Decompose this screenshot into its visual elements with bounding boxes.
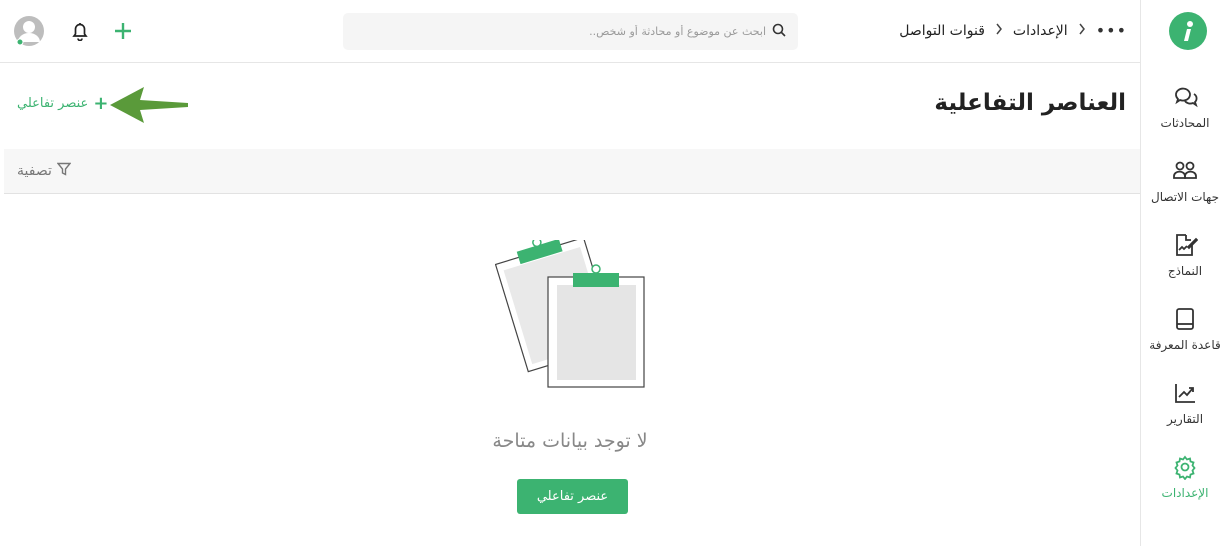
bell-icon[interactable] (69, 20, 91, 42)
topbar: ••• الإعدادات قنوات التواصل (0, 0, 1140, 63)
sidebar-item-reports[interactable]: التقارير (1140, 380, 1230, 426)
sidebar-item-label: الإعدادات (1161, 486, 1209, 500)
sidebar: المحادثات جهات الاتصال النماذج قاعدة الم… (1140, 0, 1230, 546)
app-root: المحادثات جهات الاتصال النماذج قاعدة الم… (0, 0, 1230, 546)
chat-bubbles-icon (1175, 87, 1198, 108)
sidebar-item-label: المحادثات (1160, 116, 1210, 130)
clipboard-empty-icon (495, 240, 645, 388)
sidebar-item-knowledge-base[interactable]: قاعدة المعرفة (1140, 306, 1230, 352)
search-box (343, 13, 798, 50)
book-icon (1176, 308, 1194, 330)
search-input[interactable] (355, 25, 766, 38)
more-menu-button[interactable]: ••• (1096, 21, 1127, 40)
sidebar-item-forms[interactable]: النماذج (1140, 232, 1230, 278)
page-title: العناصر التفاعلية (934, 90, 1126, 116)
filter-label: تصفية (17, 163, 52, 179)
sidebar-item-label: جهات الاتصال (1150, 190, 1219, 204)
sidebar-item-label: التقارير (1166, 412, 1204, 426)
logo-icon (1184, 21, 1193, 41)
search-icon (772, 22, 786, 41)
avatar[interactable] (13, 15, 45, 47)
logo[interactable] (1169, 12, 1207, 50)
plus-icon: + (93, 92, 109, 114)
sidebar-item-settings[interactable]: الإعدادات (1140, 454, 1230, 500)
add-icon[interactable] (112, 20, 134, 42)
filter-button[interactable]: تصفية (17, 162, 72, 180)
add-link-label: عنصر تفاعلي (17, 96, 89, 111)
chevron-right-icon (995, 23, 1003, 39)
add-interactive-element-link[interactable]: + عنصر تفاعلي (17, 92, 109, 114)
breadcrumb: ••• الإعدادات قنوات التواصل (899, 21, 1127, 40)
sidebar-item-contacts[interactable]: جهات الاتصال (1140, 158, 1230, 204)
gear-icon (1174, 455, 1196, 480)
breadcrumb-settings[interactable]: الإعدادات (1013, 23, 1068, 39)
main-content: العناصر التفاعلية + عنصر تفاعلي تصفية لا… (0, 63, 1140, 546)
contacts-icon (1173, 161, 1197, 179)
form-edit-icon (1176, 234, 1198, 256)
filter-bar: تصفية (4, 149, 1140, 194)
add-interactive-element-button[interactable]: عنصر تفاعلي (517, 479, 628, 514)
chart-icon (1175, 384, 1195, 403)
breadcrumb-channels[interactable]: قنوات التواصل (899, 23, 985, 39)
empty-state-message: لا توجد بيانات متاحة (492, 430, 648, 452)
sidebar-item-label: قاعدة المعرفة (1149, 338, 1221, 352)
sidebar-item-conversations[interactable]: المحادثات (1140, 84, 1230, 130)
arrow-annotation-icon (110, 87, 188, 123)
filter-icon (56, 162, 72, 180)
sidebar-item-label: النماذج (1167, 264, 1203, 278)
chevron-right-icon (1078, 23, 1086, 39)
